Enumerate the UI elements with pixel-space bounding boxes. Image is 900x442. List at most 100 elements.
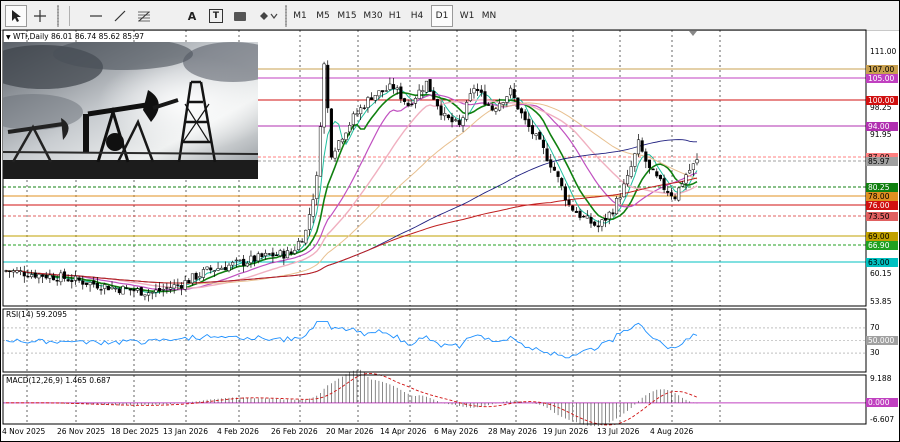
- candle-body: [666, 190, 670, 193]
- moving-average-line: [5, 177, 698, 284]
- candle-body: [362, 107, 366, 109]
- candle-body: [402, 98, 407, 102]
- candle-body: [556, 171, 560, 177]
- candle-body: [417, 89, 421, 99]
- candle-body: [198, 276, 202, 279]
- candle-body: [432, 91, 436, 100]
- candle-body: [410, 103, 414, 106]
- candle-body: [439, 105, 443, 116]
- candle-body: [607, 211, 611, 220]
- candle-body: [110, 286, 114, 290]
- rsi-axis-label: 50.000: [866, 335, 898, 345]
- candle-body: [560, 178, 564, 187]
- rsi-axis-label: 70: [870, 322, 880, 332]
- candle-body: [355, 113, 359, 115]
- level-price-tag: 85.97: [866, 156, 898, 166]
- candle-body: [260, 253, 264, 257]
- candle-body: [490, 105, 494, 111]
- oil-pump-photo: [3, 42, 258, 179]
- candle-body: [238, 259, 242, 261]
- candle-body: [293, 249, 297, 254]
- date-axis-label: 6 May 2026: [434, 427, 479, 436]
- candle-body: [351, 113, 355, 125]
- candle-body: [651, 168, 655, 171]
- candle-body: [585, 215, 589, 219]
- candle-body: [209, 267, 213, 271]
- candle-body: [538, 131, 542, 140]
- candle-body: [523, 111, 527, 121]
- candle-body: [117, 288, 121, 294]
- level-price-tag: 69.00: [866, 231, 898, 241]
- level-price-tag: 73.50: [866, 211, 898, 221]
- candle-body: [454, 119, 458, 121]
- candle-body: [300, 241, 304, 243]
- level-price-tag: 94.00: [866, 121, 898, 131]
- candle-body: [424, 80, 428, 93]
- candle-body: [578, 210, 582, 218]
- date-axis-label: 4 Nov 2025: [2, 427, 46, 436]
- candle-body: [161, 289, 165, 291]
- level-price-tag: 63.00: [866, 257, 898, 267]
- candle-body: [256, 253, 260, 262]
- candle-body: [611, 212, 615, 215]
- chart-header: ▼ WTI,Daily 86.01 86.74 85.62 85.97: [6, 32, 145, 41]
- date-axis-label: 26 Nov 2025: [57, 427, 106, 436]
- chart-shift-marker[interactable]: [689, 31, 697, 36]
- candle-body: [435, 99, 439, 107]
- rsi-line: [5, 321, 698, 359]
- candle-body: [640, 140, 644, 152]
- candle-body: [574, 210, 578, 213]
- candle-body: [183, 280, 187, 290]
- candle-body: [636, 139, 641, 155]
- candle-body: [494, 108, 498, 112]
- price-axis-label: 53.85: [870, 297, 892, 306]
- date-axis-label: 20 Mar 2026: [326, 427, 374, 436]
- candle-body: [571, 205, 575, 211]
- rsi-axis-label: 30: [870, 348, 880, 358]
- candle-body: [165, 287, 169, 289]
- macd-label: MACD(12,26,9) 1.465 0.687: [6, 376, 111, 385]
- candle-body: [223, 267, 227, 271]
- candle-body: [483, 91, 487, 105]
- candle-body: [11, 270, 15, 273]
- candle-body: [26, 275, 30, 278]
- candle-body: [136, 288, 140, 291]
- candle-body: [655, 171, 659, 177]
- candle-body: [377, 90, 381, 97]
- candle-body: [103, 284, 107, 289]
- level-price-tag: 107.00: [866, 64, 898, 74]
- level-price-tag: 105.00: [866, 73, 898, 83]
- candle-body: [99, 289, 103, 291]
- candle-body: [128, 288, 132, 291]
- candle-body: [70, 279, 74, 282]
- level-price-tag: 78.00: [866, 191, 898, 201]
- candle-body: [519, 108, 524, 114]
- date-axis-label: 13 Jul 2026: [597, 427, 640, 436]
- candle-body: [359, 107, 363, 115]
- candle-body: [271, 252, 275, 257]
- price-axis-label: 111.00: [870, 47, 897, 56]
- date-axis-label: 26 Feb 2026: [271, 427, 318, 436]
- candle-body: [695, 159, 699, 164]
- panel-border: [2, 374, 867, 425]
- candle-body: [8, 270, 12, 272]
- candle-body: [220, 267, 224, 270]
- candle-body: [618, 197, 622, 200]
- candle-body: [395, 87, 399, 90]
- candle-body: [384, 90, 388, 92]
- candle-body: [593, 221, 597, 226]
- date-axis-label: 13 Jan 2026: [163, 427, 208, 436]
- candle-body: [48, 274, 52, 279]
- candle-body: [388, 83, 392, 90]
- candle-body: [282, 250, 286, 259]
- candle-body: [318, 126, 322, 177]
- candle-body: [348, 125, 352, 133]
- date-axis-label: 18 Dec 2025: [111, 427, 159, 436]
- candle-body: [234, 259, 238, 262]
- candle-body: [450, 116, 454, 123]
- candle-body: [30, 274, 34, 278]
- candle-body: [194, 272, 198, 280]
- candle-body: [15, 270, 19, 273]
- candle-body: [615, 198, 619, 215]
- candle-body: [625, 175, 630, 185]
